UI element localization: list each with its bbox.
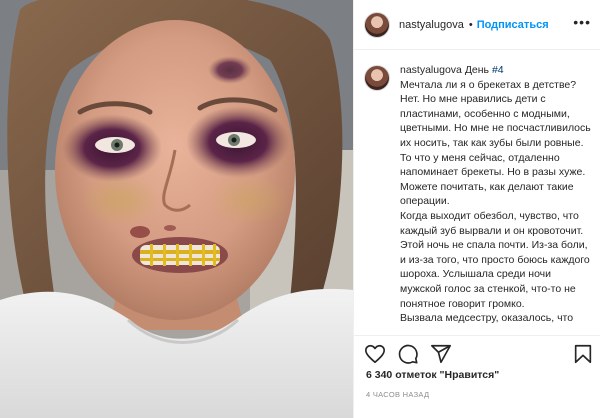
caption-day-prefix: День	[464, 64, 492, 76]
avatar[interactable]	[364, 11, 390, 38]
post-photo[interactable]	[0, 0, 353, 418]
caption-hashtag[interactable]: #4	[492, 64, 504, 76]
caption-paragraph: Этой ночь не спала почти. Из-за боли, и …	[400, 239, 590, 310]
comment-icon[interactable]	[397, 343, 419, 365]
caption-paragraph: Когда выходит обезбол, чувство, что кажд…	[400, 209, 584, 237]
caption-avatar[interactable]	[364, 65, 390, 91]
post-panel: nastyalugova • Подписаться ••• nastyalug…	[353, 0, 600, 418]
post-photo-image	[0, 0, 353, 418]
follow-button[interactable]: Подписаться	[477, 19, 549, 31]
caption-username[interactable]: nastyalugova	[400, 64, 462, 76]
action-bar: 6 340 отметок "Нравится" 4 ЧАСОВ НАЗАД	[354, 335, 600, 418]
likes-count[interactable]: 6 340 отметок "Нравится"	[366, 369, 499, 381]
caption-paragraph: Вызвала медсестру, оказалось, что	[400, 312, 574, 325]
share-icon[interactable]	[430, 343, 452, 365]
caption-paragraph: То что у меня сейчас, отдаленно напомина…	[400, 151, 586, 208]
heart-icon[interactable]	[364, 343, 386, 365]
bookmark-icon[interactable]	[572, 343, 594, 365]
caption-paragraph: Мечтала ли я о брекетах в детстве? Нет. …	[400, 78, 591, 149]
header-username[interactable]: nastyalugova	[399, 19, 464, 31]
caption-text: nastyalugova День #4 Мечтала ли я о брек…	[400, 63, 593, 326]
post-timestamp[interactable]: 4 ЧАСОВ НАЗАД	[366, 390, 429, 399]
post-header: nastyalugova • Подписаться •••	[354, 0, 600, 50]
caption: nastyalugova День #4 Мечтала ли я о брек…	[354, 51, 600, 335]
more-horizontal-icon[interactable]: •••	[573, 14, 591, 30]
header-separator: •	[468, 18, 473, 31]
action-icons	[364, 343, 594, 365]
